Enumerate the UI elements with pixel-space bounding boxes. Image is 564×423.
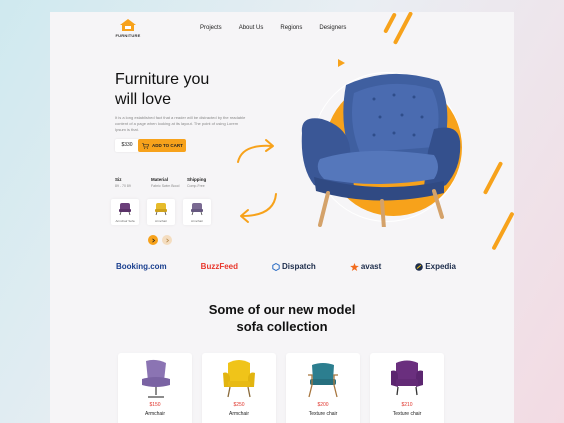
product-thumbnails: Armchair Sofa Armchair Armchair bbox=[111, 199, 211, 225]
thumbnail-item[interactable]: Armchair bbox=[183, 199, 211, 225]
partner-logos: Booking.com BuzzFeed Dispatch avast Expe… bbox=[116, 262, 456, 271]
prev-button[interactable] bbox=[162, 235, 172, 245]
partner-booking: Booking.com bbox=[116, 262, 167, 271]
spec-key: Shipping bbox=[187, 177, 207, 182]
decor-stripe bbox=[383, 12, 397, 34]
armchair-image bbox=[308, 363, 338, 398]
nav-projects[interactable]: Projects bbox=[200, 25, 222, 31]
hero-title-line1: Furniture you bbox=[115, 71, 210, 88]
partner-avast: avast bbox=[350, 262, 381, 271]
product-card[interactable]: $250 Armchair bbox=[202, 353, 276, 423]
product-price: $210 bbox=[401, 402, 413, 408]
nav-designers[interactable]: Designers bbox=[319, 25, 346, 31]
product-price: $200 bbox=[317, 402, 329, 408]
top-nav: Projects About Us Regions Designers bbox=[200, 25, 363, 31]
thumbnail-item[interactable]: Armchair bbox=[147, 199, 175, 225]
add-to-cart-label: ADD TO CART bbox=[152, 143, 183, 148]
decor-stripe bbox=[392, 12, 414, 45]
thumbnail-label: Armchair bbox=[190, 219, 203, 223]
thumbnail-label: Armchair bbox=[154, 219, 167, 223]
curved-arrow-left-icon bbox=[240, 193, 277, 223]
collection-title-line2: sofa collection bbox=[236, 319, 328, 334]
spec-value: Fabric Swim Bood bbox=[151, 184, 180, 188]
armchair-hero-image bbox=[301, 73, 461, 227]
cart-icon bbox=[142, 142, 149, 149]
thumbnail-label: Armchair Sofa bbox=[115, 219, 135, 223]
product-name: Armchair bbox=[144, 411, 165, 417]
next-button[interactable] bbox=[148, 235, 158, 245]
collection-title-line1: Some of our new model bbox=[208, 302, 356, 317]
avast-logo-icon bbox=[350, 262, 359, 271]
armchair-image bbox=[391, 360, 423, 396]
product-card[interactable]: $210 Texture chair bbox=[370, 353, 444, 423]
nav-regions[interactable]: Regions bbox=[280, 25, 302, 31]
add-to-cart-button[interactable]: ADD TO CART bbox=[138, 139, 186, 152]
spec-value: Comp-Free bbox=[187, 184, 205, 188]
carousel-pager bbox=[148, 235, 172, 245]
hero-description: It is a long established fact that a rea… bbox=[115, 115, 246, 132]
chair-icon bbox=[191, 203, 203, 216]
partner-expedia: Expedia bbox=[415, 262, 456, 271]
decor-stripe bbox=[491, 211, 514, 251]
partner-expedia-name: Expedia bbox=[425, 262, 456, 271]
dispatch-logo-icon bbox=[272, 262, 280, 271]
logo-text: FURNITURE bbox=[115, 33, 141, 38]
spec-key: Siz bbox=[115, 177, 122, 182]
partner-dispatch-name: Dispatch bbox=[282, 262, 316, 271]
armchair-image bbox=[142, 359, 170, 398]
spec-shipping: Shipping Comp-Free bbox=[187, 177, 223, 188]
curved-arrow-right-icon bbox=[237, 139, 274, 163]
thumbnail-item[interactable]: Armchair Sofa bbox=[111, 199, 139, 225]
spec-value: 89 - 70 89 bbox=[115, 184, 131, 188]
landing-page: FURNITURE Projects About Us Regions Desi… bbox=[50, 12, 514, 423]
product-specs: Siz 89 - 70 89 Material Fabric Swim Bood… bbox=[115, 177, 223, 188]
product-price: $250 bbox=[233, 402, 245, 408]
product-card[interactable]: $200 Texture chair bbox=[286, 353, 360, 423]
chair-icon bbox=[119, 203, 131, 216]
partner-dispatch: Dispatch bbox=[272, 262, 316, 271]
expedia-logo-icon bbox=[415, 262, 424, 271]
partner-buzzfeed: BuzzFeed bbox=[201, 262, 238, 271]
spec-size: Siz 89 - 70 89 bbox=[115, 177, 151, 188]
product-name: Armchair bbox=[228, 411, 249, 417]
collection-title: Some of our new model sofa collection bbox=[50, 301, 514, 335]
spec-key: Material bbox=[151, 177, 169, 182]
spec-material: Material Fabric Swim Bood bbox=[151, 177, 187, 188]
partner-booking-name: Booking.com bbox=[116, 262, 167, 271]
nav-about-us[interactable]: About Us bbox=[239, 25, 264, 31]
chair-icon bbox=[155, 203, 167, 216]
hero-title: Furniture you will love bbox=[115, 70, 245, 110]
product-price: $150 bbox=[149, 402, 161, 408]
collection-cards: $150 Armchair $250 Armchair $200 Texture… bbox=[118, 353, 444, 423]
partner-avast-name: avast bbox=[360, 262, 382, 271]
decor-stripe bbox=[482, 161, 504, 195]
house-icon bbox=[120, 19, 136, 31]
armchair-image bbox=[223, 360, 255, 398]
play-triangle-icon bbox=[338, 59, 345, 67]
chevron-right-icon bbox=[151, 237, 155, 243]
chevron-right-icon bbox=[165, 237, 169, 243]
price-display: $330 bbox=[115, 139, 139, 152]
brand-logo[interactable]: FURNITURE bbox=[114, 18, 142, 38]
hero-title-line2: will love bbox=[115, 91, 172, 108]
product-name: Texture chair bbox=[392, 411, 422, 417]
product-name: Texture chair bbox=[308, 411, 338, 417]
product-card[interactable]: $150 Armchair bbox=[118, 353, 192, 423]
partner-buzzfeed-name: BuzzFeed bbox=[200, 262, 239, 271]
